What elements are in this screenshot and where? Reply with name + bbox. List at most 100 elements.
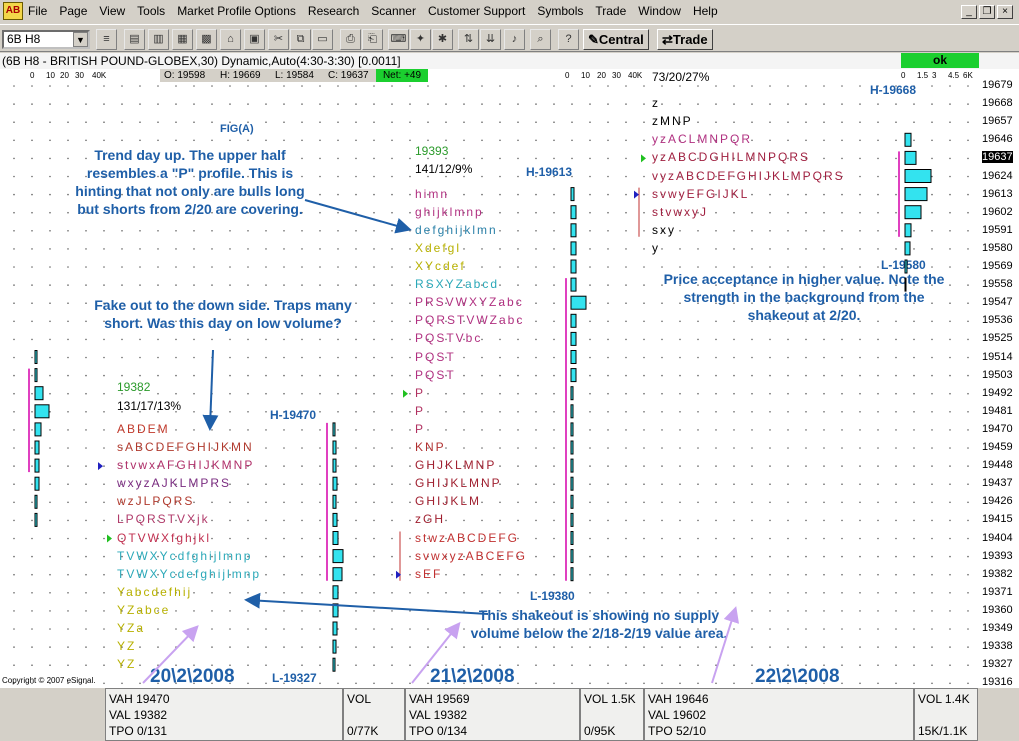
menu-item[interactable]: Tools xyxy=(137,4,165,18)
close-button[interactable]: × xyxy=(997,5,1013,19)
paste-icon[interactable]: ▭ xyxy=(312,29,333,50)
wizard-icon[interactable]: ✦ xyxy=(410,29,431,50)
prior-volume-bar xyxy=(34,422,42,437)
day2-val: VAL 19382 xyxy=(409,708,468,722)
day3-vol2: 15K/1.1K xyxy=(918,724,968,738)
sort-icon[interactable]: ⇅ xyxy=(458,29,479,50)
chart-overlay xyxy=(28,132,932,684)
day2-tpo: TPO 0/134 xyxy=(409,724,468,738)
day1-tpo: TPO 0/131 xyxy=(109,724,168,738)
fakeout-arrow xyxy=(202,349,219,431)
menu-item[interactable]: Customer Support xyxy=(428,4,525,18)
help-icon[interactable]: ? xyxy=(558,29,579,50)
copy-icon[interactable]: ⧉ xyxy=(290,29,311,50)
esignal-window: AB File Page View Tools Market Profile Optio… xyxy=(0,0,1019,741)
day2-volume-bar xyxy=(570,223,577,238)
menu-item[interactable]: Scanner xyxy=(371,4,416,18)
prior-volume-bar xyxy=(34,458,40,473)
restore-button[interactable]: ❐ xyxy=(979,5,995,19)
central-icon: ✎ xyxy=(588,32,599,47)
day1-volume-bar xyxy=(332,476,338,491)
prior-volume-bar xyxy=(34,440,40,455)
day2-volume-bar xyxy=(570,422,574,437)
day1-volume-bar xyxy=(332,512,338,527)
day3-volume-bar xyxy=(904,132,912,147)
menu-item[interactable]: Research xyxy=(308,4,359,18)
search-icon[interactable]: ⌕ xyxy=(530,29,551,50)
day2-volume-bar xyxy=(570,512,574,527)
prior-volume-bar xyxy=(34,404,50,419)
day3-volume-bar xyxy=(904,277,907,292)
day3-volume-bar xyxy=(904,169,932,183)
books-icon[interactable]: ▩ xyxy=(196,29,217,50)
menu-item[interactable]: Window xyxy=(638,4,681,18)
day2-stats-panel: VAH 19569 VAL 19382 TPO 0/134 xyxy=(405,688,580,741)
menu-item[interactable]: Help xyxy=(693,4,718,18)
day1-volume-bar xyxy=(332,531,339,545)
day2-vol2: 0/95K xyxy=(584,724,616,738)
day2-vah: VAH 19569 xyxy=(409,692,470,706)
day1-volume-bar xyxy=(332,657,336,672)
shakeout-arrow xyxy=(244,592,489,615)
prior-volume-bar xyxy=(34,350,38,364)
day1-volume-bar xyxy=(332,440,337,455)
cut-icon[interactable]: ✂ xyxy=(268,29,289,50)
minimize-button[interactable]: _ xyxy=(961,5,977,19)
day3-volume-bar xyxy=(904,150,917,165)
menu-item[interactable]: Page xyxy=(59,4,87,18)
day2-volume-bar xyxy=(570,205,577,220)
menu-item[interactable]: View xyxy=(99,4,125,18)
symbol-input[interactable]: 6B H8 ▼ xyxy=(2,30,90,49)
day2-volume-bar xyxy=(570,531,574,545)
day2-volume-bar xyxy=(570,549,574,564)
day1-open-marker xyxy=(98,462,103,471)
symbol-value: 6B H8 xyxy=(7,32,41,46)
day1-purple-arrow xyxy=(142,625,199,684)
day2-vol: VOL 1.5K xyxy=(584,692,636,706)
print-icon[interactable]: ⎙ xyxy=(340,29,361,50)
star-icon[interactable]: ✱ xyxy=(432,29,453,50)
day2-volume-bar xyxy=(570,494,574,509)
save-icon[interactable]: ▣ xyxy=(244,29,265,50)
day2-volume-bar xyxy=(570,331,577,346)
keyboard-icon[interactable]: ⌨ xyxy=(388,29,409,50)
market-profile-chart[interactable]: (6B H8 - BRITISH POUND-GLOBEX,30) Dynami… xyxy=(0,53,1019,688)
menu-item[interactable]: Symbols xyxy=(537,4,583,18)
status-bar: VAH 19470 VAL 19382 TPO 0/131 VOL 0/77K … xyxy=(0,688,1019,741)
menu-items: File Page View Tools Market Profile Options R… xyxy=(28,4,730,18)
day2-volume-bar xyxy=(570,440,574,455)
day3-open-marker xyxy=(634,190,639,199)
link-icon[interactable]: ≡ xyxy=(96,29,117,50)
day2-volume-bar xyxy=(570,386,574,401)
chart-icon[interactable]: ▥ xyxy=(148,29,169,50)
print-preview-icon[interactable]: ⎗ xyxy=(362,29,383,50)
trade-button[interactable]: ⇄Trade xyxy=(657,29,713,50)
menu-item[interactable]: File xyxy=(28,4,47,18)
alert-bell-icon[interactable]: ♪ xyxy=(504,29,525,50)
day3-volume-bar xyxy=(904,241,911,256)
day1-vol-panel: VOL 0/77K xyxy=(343,688,405,741)
day2-volume-bar xyxy=(570,259,577,274)
day3-tpo: TPO 52/10 xyxy=(648,724,707,738)
film-icon[interactable]: ▦ xyxy=(172,29,193,50)
trade-label: Trade xyxy=(672,32,708,47)
menu-item[interactable]: Market Profile Options xyxy=(177,4,296,18)
day3-stats-panel: VAH 19646 VAL 19602 TPO 52/10 xyxy=(644,688,914,741)
day2-volume-bar xyxy=(570,277,577,292)
day1-vah: VAH 19470 xyxy=(109,692,170,706)
open-folder-icon[interactable]: ⌂ xyxy=(220,29,241,50)
day1-vol2: 0/77K xyxy=(347,724,379,738)
day3-close-marker xyxy=(641,154,646,163)
day1-volume-bar xyxy=(332,639,337,654)
central-button[interactable]: ✎Central xyxy=(583,29,649,50)
day1-volume-bar xyxy=(332,422,336,437)
day2-volume-bar xyxy=(570,476,574,491)
chevron-down-icon[interactable]: ▼ xyxy=(73,32,88,47)
download-icon[interactable]: ⇊ xyxy=(480,29,501,50)
app-icon[interactable]: AB xyxy=(3,2,23,20)
page-icon[interactable]: ▤ xyxy=(124,29,145,50)
day1-volume-bar xyxy=(332,494,337,509)
menu-item[interactable]: Trade xyxy=(595,4,626,18)
window-controls: _ ❐ × xyxy=(959,3,1013,19)
day2-volume-bar xyxy=(570,350,577,364)
